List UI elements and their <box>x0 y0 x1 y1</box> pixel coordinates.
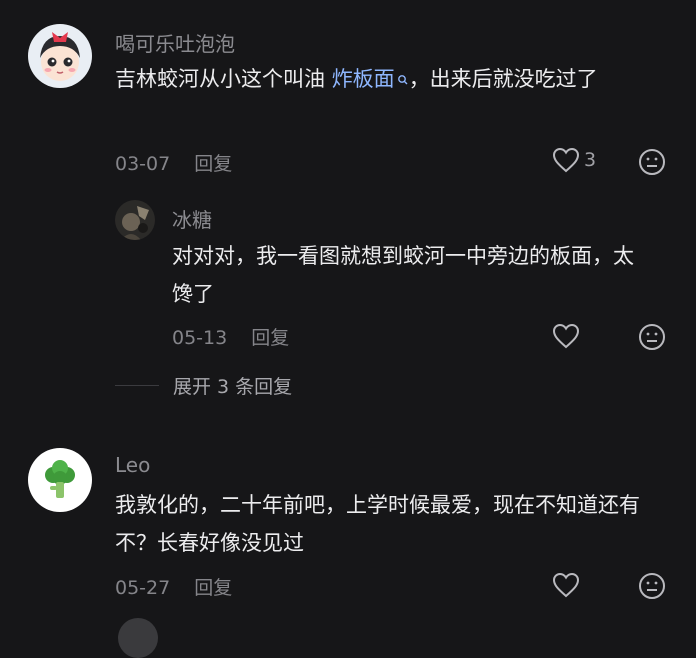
reply-text: 对对对，我一看图就想到蛟河一中旁边的板面，太馋了 <box>172 244 634 306</box>
comment-date: 05-27 <box>115 577 171 599</box>
reply-button[interactable]: 回复 <box>251 327 289 349</box>
comment-date: 03-07 <box>115 153 171 175</box>
comment-text: 我敦化的，二十年前吧，上学时候最爱，现在不知道还有不？长春好像没见过 <box>115 493 640 555</box>
like-button[interactable]: 3 <box>552 147 596 173</box>
reply-button[interactable]: 回复 <box>194 153 232 175</box>
comment-meta: 03-07 回复 <box>115 149 232 176</box>
keyword-label[interactable]: 炸板面 <box>332 67 395 91</box>
expand-divider <box>115 385 159 386</box>
reply-button[interactable]: 回复 <box>194 577 232 599</box>
reply-meta: 05-13 回复 <box>172 323 289 350</box>
reply-username[interactable]: 冰糖 <box>172 204 212 233</box>
expand-replies-label[interactable]: 展开 3 条回复 <box>173 372 292 399</box>
comment-username[interactable]: 喝可乐吐泡泡 <box>115 28 235 57</box>
comment-username[interactable]: Leo <box>115 453 150 477</box>
heart-outline-icon <box>552 572 580 598</box>
avatar[interactable] <box>28 24 92 88</box>
reply-date: 05-13 <box>172 327 228 349</box>
like-button[interactable] <box>552 323 580 349</box>
like-count: 3 <box>584 149 597 171</box>
neutral-face-icon[interactable] <box>638 572 666 604</box>
comment-meta: 05-27 回复 <box>115 573 232 600</box>
search-icon <box>397 60 409 98</box>
keyword-link[interactable]: 炸板面 <box>332 67 409 91</box>
comment-text: 吉林蛟河从小这个叫油 炸板面 ，出来后就没吃过了 <box>115 60 665 98</box>
neutral-face-icon[interactable] <box>638 148 666 180</box>
like-button[interactable] <box>552 572 580 598</box>
avatar[interactable] <box>28 448 92 512</box>
neutral-face-icon[interactable] <box>638 323 666 355</box>
heart-outline-icon <box>552 323 580 349</box>
expand-replies-button[interactable]: 展开 3 条回复 <box>115 372 292 399</box>
comment-text-part: 吉林蛟河从小这个叫油 <box>115 67 332 91</box>
heart-outline-icon <box>552 147 580 173</box>
avatar[interactable] <box>115 200 155 240</box>
avatar[interactable] <box>118 618 158 658</box>
comment-text-part: ，出来后就没吃过了 <box>408 67 598 91</box>
